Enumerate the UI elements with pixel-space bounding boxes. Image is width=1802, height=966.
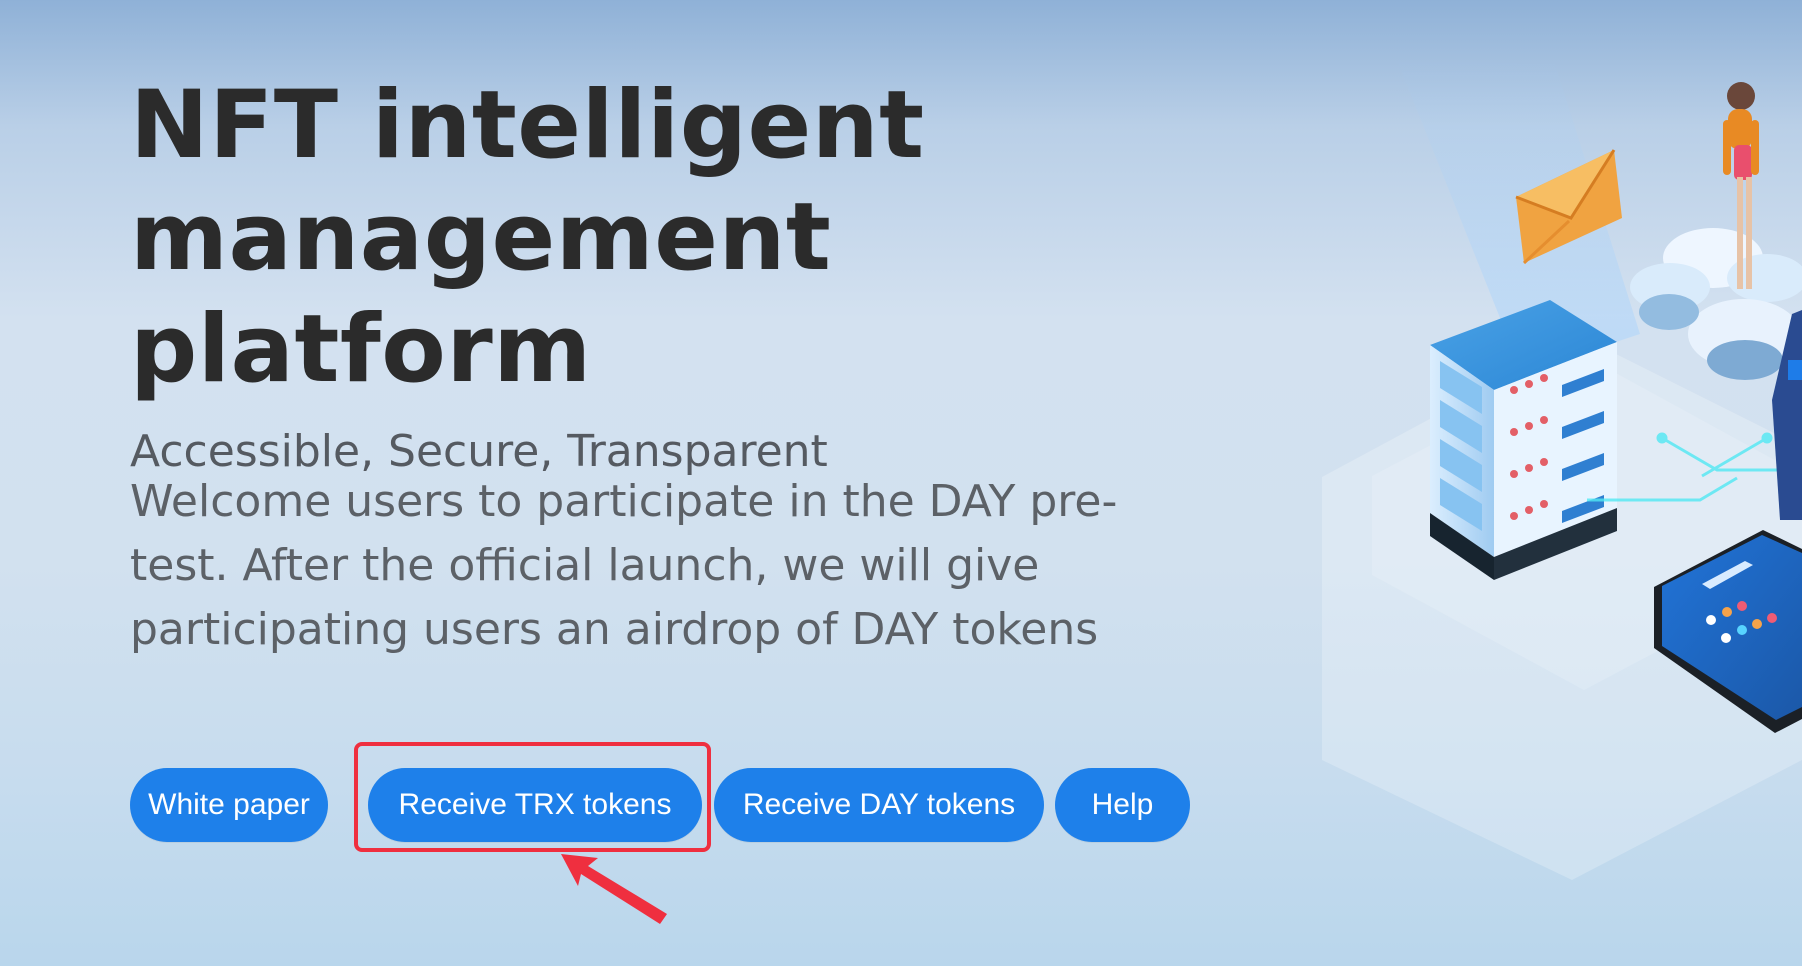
server-stack-icon bbox=[1430, 300, 1617, 580]
platform-discs bbox=[1630, 228, 1802, 380]
receive-day-tokens-button[interactable]: Receive DAY tokens bbox=[714, 768, 1044, 842]
mobile-phone-icon bbox=[1654, 530, 1802, 733]
floor-grid bbox=[1322, 337, 1802, 880]
title-line-2: management platform bbox=[130, 183, 832, 404]
envelope-icon bbox=[1515, 149, 1622, 265]
highlight-box bbox=[354, 742, 711, 852]
title-line-1: NFT intelligent bbox=[130, 71, 925, 180]
white-paper-button[interactable]: White paper bbox=[130, 768, 328, 842]
light-beam bbox=[1397, 60, 1640, 373]
red-arrow-icon bbox=[561, 854, 667, 924]
woman-figure-icon bbox=[1723, 82, 1759, 289]
help-button[interactable]: Help bbox=[1055, 768, 1190, 842]
intro-text: Welcome users to participate in the DAY … bbox=[130, 476, 1118, 655]
circuit-lines bbox=[1587, 432, 1802, 502]
side-figure bbox=[1772, 310, 1802, 520]
hero-section: NFT intelligent management platform Acce… bbox=[130, 70, 1230, 480]
page-title: NFT intelligent management platform bbox=[130, 70, 1230, 406]
hero-illustration bbox=[1322, 60, 1802, 880]
